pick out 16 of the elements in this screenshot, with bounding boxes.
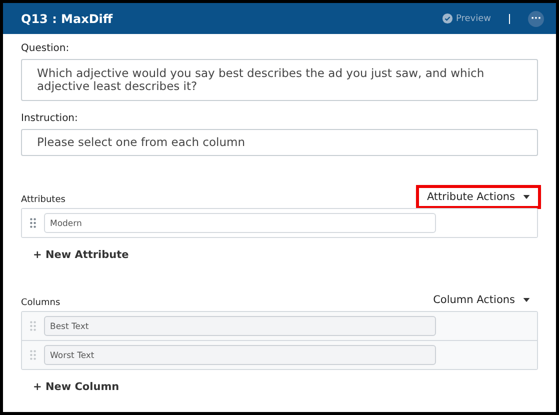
section-label: Columns bbox=[21, 298, 60, 308]
more-button[interactable]: ··· bbox=[528, 10, 544, 26]
instruction-field[interactable]: Please select one from each column bbox=[21, 129, 538, 156]
question-field[interactable]: Which adjective would you say best describes the ad you just saw, and which adjective least describes it? bbox=[21, 59, 538, 101]
field-label: Instruction: bbox=[21, 113, 78, 124]
check-circle-icon bbox=[442, 13, 453, 24]
drag-handle-icon[interactable] bbox=[30, 218, 36, 228]
actions-dropdown[interactable]: Attribute Actions bbox=[418, 188, 538, 206]
add-button[interactable]: + New Column bbox=[33, 379, 120, 395]
add-button[interactable]: + New Attribute bbox=[33, 247, 129, 263]
caret-icon bbox=[523, 298, 530, 302]
section-label: Attributes bbox=[21, 195, 66, 205]
caret-icon bbox=[523, 195, 530, 199]
field-label: Question: bbox=[21, 43, 70, 54]
item-input[interactable]: Modern bbox=[44, 213, 436, 233]
window-title: Q13 : MaxDiff bbox=[21, 12, 113, 26]
